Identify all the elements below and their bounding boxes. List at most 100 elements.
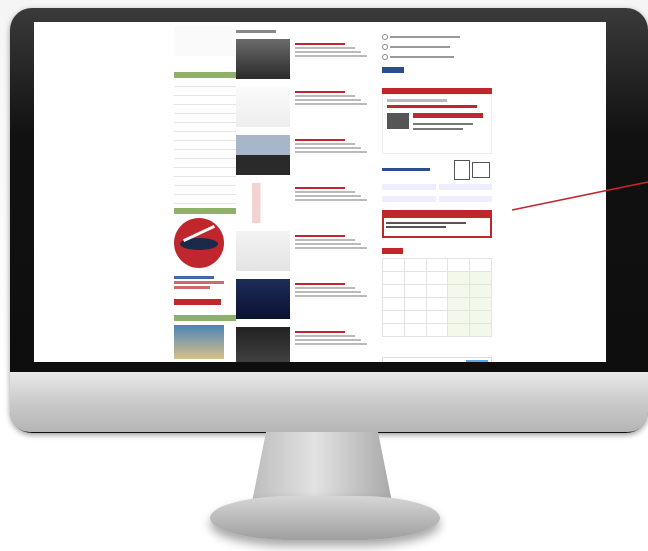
table-cell <box>469 284 492 298</box>
table-cell <box>425 310 449 324</box>
nav-item[interactable] <box>174 105 236 114</box>
table-cell <box>425 258 449 272</box>
social-link[interactable] <box>438 195 492 202</box>
news-article[interactable] <box>236 183 374 229</box>
article-thumbnail[interactable] <box>236 87 290 127</box>
article-thumbnail[interactable] <box>236 231 290 271</box>
article-title[interactable] <box>295 43 345 45</box>
table-cell <box>425 297 449 311</box>
quotes-table <box>382 258 492 337</box>
table-cell <box>469 258 492 272</box>
news-article[interactable] <box>236 279 374 325</box>
table-cell <box>382 284 405 298</box>
ad-text <box>174 281 224 284</box>
nav-item[interactable] <box>174 87 236 96</box>
article-line <box>295 195 361 197</box>
table-cell <box>469 310 492 324</box>
subscribe-button[interactable] <box>413 113 483 118</box>
article-title[interactable] <box>295 283 345 285</box>
follow-button[interactable] <box>466 360 488 362</box>
news-article[interactable] <box>236 231 374 277</box>
social-link[interactable] <box>382 184 436 190</box>
nav-item[interactable] <box>174 186 236 195</box>
article-title[interactable] <box>295 91 345 93</box>
nav-item[interactable] <box>174 195 236 204</box>
table-cell <box>469 297 492 311</box>
news-article[interactable] <box>236 135 374 181</box>
article-line <box>295 51 361 53</box>
table-cell <box>403 258 427 272</box>
table-row <box>382 271 492 285</box>
article-title[interactable] <box>295 139 345 141</box>
nav-item[interactable] <box>174 168 236 177</box>
article-list <box>236 39 374 362</box>
article-line <box>295 247 367 249</box>
nav-item[interactable] <box>174 114 236 123</box>
quotes-header <box>382 248 403 254</box>
nav-item[interactable] <box>174 159 236 168</box>
social-links <box>382 184 492 204</box>
monitor-chin <box>10 372 648 432</box>
article-line <box>295 95 355 97</box>
table-row <box>382 258 492 272</box>
article-thumbnail[interactable] <box>236 183 290 223</box>
ad-link-text[interactable] <box>174 276 214 279</box>
article-title[interactable] <box>295 331 345 333</box>
poll-option[interactable] <box>382 54 492 60</box>
article-thumbnail[interactable] <box>236 135 290 175</box>
nav-item[interactable] <box>174 132 236 141</box>
article-line <box>295 295 367 297</box>
table-cell <box>425 284 449 298</box>
social-link[interactable] <box>438 184 492 190</box>
ad-text <box>174 286 210 289</box>
vote-button[interactable] <box>382 67 404 73</box>
nav-item[interactable] <box>174 141 236 150</box>
table-row <box>382 284 492 298</box>
article-line <box>295 191 355 193</box>
article-line <box>295 339 361 341</box>
highlight-box[interactable] <box>382 216 492 238</box>
table-cell <box>382 310 405 324</box>
article-thumbnail[interactable] <box>236 279 290 319</box>
article-line <box>295 239 355 241</box>
ad-header <box>174 208 236 214</box>
article-line <box>295 199 367 201</box>
side-red-button[interactable] <box>174 299 221 305</box>
article-line <box>295 143 355 145</box>
article-line <box>295 99 361 101</box>
article-thumbnail[interactable] <box>236 327 290 362</box>
monitor-stand-neck <box>252 432 392 502</box>
article-line <box>295 151 367 153</box>
article-line <box>295 343 367 345</box>
nav-item[interactable] <box>174 78 236 87</box>
article-text <box>295 135 374 181</box>
nav-item[interactable] <box>174 177 236 186</box>
table-cell <box>447 271 471 285</box>
nav-item[interactable] <box>174 150 236 159</box>
monitor-stand-base <box>210 496 440 540</box>
news-column <box>236 30 374 362</box>
table-cell <box>382 323 405 337</box>
table-cell <box>425 323 449 337</box>
twitter-box <box>382 357 492 362</box>
article-line <box>295 47 355 49</box>
article-title[interactable] <box>295 235 345 237</box>
left-top-box <box>174 26 236 56</box>
article-line <box>295 291 361 293</box>
nav-item[interactable] <box>174 123 236 132</box>
article-title[interactable] <box>295 187 345 189</box>
article-thumbnail[interactable] <box>236 39 290 79</box>
mobile-promo[interactable] <box>382 160 492 180</box>
table-cell <box>382 297 405 311</box>
article-line <box>295 147 361 149</box>
poll-option[interactable] <box>382 34 492 40</box>
article-text <box>295 87 374 133</box>
social-link[interactable] <box>382 195 436 202</box>
table-cell <box>469 271 492 285</box>
nav-item[interactable] <box>174 96 236 105</box>
news-article[interactable] <box>236 87 374 133</box>
table-cell <box>382 271 405 285</box>
news-article[interactable] <box>236 327 374 362</box>
news-article[interactable] <box>236 39 374 85</box>
poll-option[interactable] <box>382 44 492 50</box>
